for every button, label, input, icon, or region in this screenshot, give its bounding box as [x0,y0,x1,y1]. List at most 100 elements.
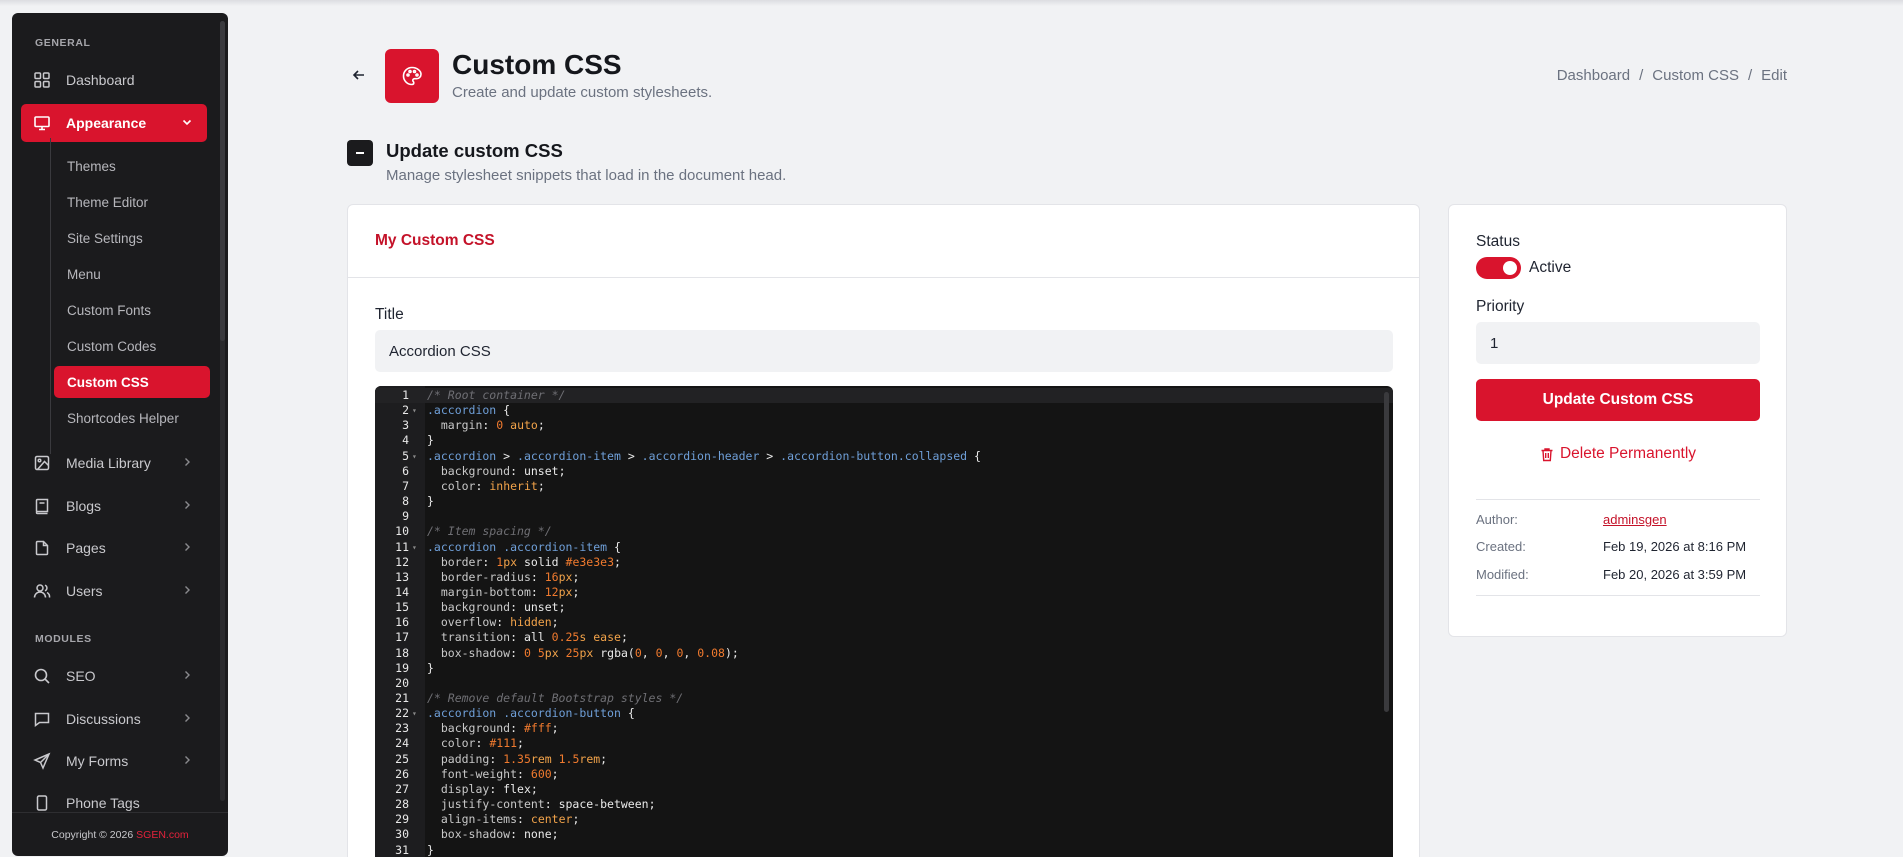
section-collapse-icon[interactable] [347,140,373,166]
code-line[interactable]: 9 [375,509,1393,524]
breadcrumb-separator: / [1639,67,1644,84]
sidebar-item-label: Blogs [66,498,102,514]
copyright-text: Copyright © 2026 [51,828,134,841]
code-line[interactable]: 4} [375,433,1393,448]
code-text: } [427,433,434,448]
sidebar-subitem-custom-codes[interactable]: Custom Codes [54,330,210,362]
breadcrumb-dashboard[interactable]: Dashboard [1557,67,1630,84]
code-line[interactable]: 8} [375,494,1393,509]
code-text: overflow: hidden; [440,615,559,630]
chevron-right-icon [185,586,190,594]
code-line[interactable]: 2 ▾ .accordion { [375,403,1393,418]
title-input[interactable] [375,330,1393,372]
code-line[interactable]: 16 overflow: hidden; [375,615,1393,630]
code-line[interactable]: 7 color: inherit; [375,479,1393,494]
code-line[interactable]: 3 margin: 0 auto; [375,418,1393,433]
delete-permanently-button[interactable]: Delete Permanently [1476,441,1760,467]
sidebar-subitem-theme-editor[interactable]: Theme Editor [54,186,210,218]
code-line[interactable]: 30 box-shadow: none; [375,827,1393,842]
delete-label: Delete Permanently [1559,445,1697,462]
line-number: 7 [402,478,409,493]
sidebar-item-my-forms[interactable]: My Forms [21,742,207,780]
top-shadow [0,0,1903,6]
priority-input[interactable] [1476,322,1760,364]
code-line[interactable]: 22 ▾ .accordion .accordion-button { [375,706,1393,721]
status-toggle[interactable] [1476,257,1521,279]
line-number: 28 [395,797,409,812]
section-subtitle: Manage stylesheet snippets that load in … [386,167,787,184]
code-line[interactable]: 5 ▾ .accordion > .accordion-item > .accord… [375,449,1393,464]
code-line[interactable]: 27 display: flex; [375,782,1393,797]
sidebar-item-pages[interactable]: Pages [21,529,207,567]
line-number: 4 [402,433,409,448]
sidebar-subitem-site-settings[interactable]: Site Settings [54,222,210,254]
line-number: 12 [395,554,409,569]
code-line[interactable]: 26 font-weight: 600; [375,767,1393,782]
update-custom-css-button[interactable]: Update Custom CSS [1476,379,1760,421]
code-line[interactable]: 1 /* Root container */ [375,388,1393,403]
fold-marker-icon[interactable]: ▾ [412,540,417,555]
code-text: /* Item spacing */ [427,524,552,539]
card-tab-my-custom-css[interactable]: My Custom CSS [348,205,1419,278]
chevron-right-icon [185,543,190,551]
sidebar-item-appearance[interactable]: Appearance [21,104,207,142]
code-text: margin-bottom: 12px; [440,584,580,599]
sidebar-item-seo[interactable]: SEO [21,657,207,695]
breadcrumb: Dashboard / Custom CSS / Edit [1557,67,1787,84]
sidebar-item-dashboard[interactable]: Dashboard [21,61,207,99]
code-line[interactable]: 31} [375,843,1393,857]
code-line[interactable]: 18 box-shadow: 0 5px 25px rgba(0, 0, 0, … [375,646,1393,661]
sidebar-item-media-library[interactable]: Media Library [21,444,207,482]
breadcrumb-custom-css[interactable]: Custom CSS [1652,67,1739,84]
sidebar-item-users[interactable]: Users [21,572,207,610]
code-line[interactable]: 24 color: #111; [375,736,1393,751]
code-line[interactable]: 13 border-radius: 16px; [375,570,1393,585]
code-line[interactable]: 23 background: #fff; [375,721,1393,736]
editor-scrollbar[interactable] [1384,392,1389,712]
code-line[interactable]: 28 justify-content: space-between; [375,797,1393,812]
page-icon [385,49,439,103]
code-line[interactable]: 21 /* Remove default Bootstrap styles */ [375,691,1393,706]
line-number: 21 [395,691,409,705]
fold-marker-icon[interactable]: ▾ [412,706,417,721]
status-value: Active [1529,259,1572,276]
line-number: 5 [402,448,409,463]
sidebar-item-blogs[interactable]: Blogs [21,487,207,525]
sidebar-subitem-custom-fonts[interactable]: Custom Fonts [54,294,210,326]
code-line[interactable]: 10 /* Item spacing */ [375,524,1393,539]
sidebar-subitem-menu[interactable]: Menu [54,258,210,290]
back-button[interactable] [350,66,368,84]
code-line[interactable]: 25 padding: 1.35rem 1.5rem; [375,752,1393,767]
sidebar-scrollbar-thumb[interactable] [220,21,225,341]
code-line[interactable]: 19} [375,661,1393,676]
code-line[interactable]: 29 align-items: center; [375,812,1393,827]
chevron-right-icon [185,714,190,722]
sidebar-item-phone-tags[interactable]: Phone Tags [21,784,207,812]
code-line[interactable]: 12 border: 1px solid #e3e3e3; [375,555,1393,570]
line-number: 9 [402,509,409,524]
code-line[interactable]: 17 transition: all 0.25s ease; [375,630,1393,645]
code-line[interactable]: 15 background: unset; [375,600,1393,615]
sidebar-subitem-custom-css[interactable]: Custom CSS [54,366,210,398]
css-code-editor[interactable]: 1/* Root container */2 ▾ .accordion {3 mar… [375,386,1393,857]
sidebar-item-discussions[interactable]: Discussions [21,700,207,738]
code-line[interactable]: 20 [375,676,1393,691]
line-number: 29 [395,812,409,827]
line-number: 17 [395,630,409,645]
fold-marker-icon[interactable]: ▾ [412,449,417,464]
code-line[interactable]: 6 background: unset; [375,464,1393,479]
sidebar-scrollbar[interactable] [220,21,225,801]
code-text: border: 1px solid #e3e3e3; [440,554,621,569]
copyright-brand-link[interactable]: SGEN.com [136,829,189,841]
sidebar-subitem-shortcodes-helper[interactable]: Shortcodes Helper [54,402,210,434]
meta-author-link[interactable]: adminsgen [1603,512,1667,527]
code-text: .accordion .accordion-button { [427,706,635,721]
line-number: 14 [395,584,409,599]
sidebar-scroll: GENERAL Dashboard Appearance Themes Them… [12,13,218,812]
code-line[interactable]: 11 ▾ .accordion .accordion-item { [375,540,1393,555]
sidebar-subitem-themes[interactable]: Themes [54,150,210,182]
fold-marker-icon[interactable]: ▾ [412,403,417,418]
code-line[interactable]: 14 margin-bottom: 12px; [375,585,1393,600]
chevron-right-icon [185,501,190,509]
page-subtitle: Create and update custom stylesheets. [452,84,713,101]
